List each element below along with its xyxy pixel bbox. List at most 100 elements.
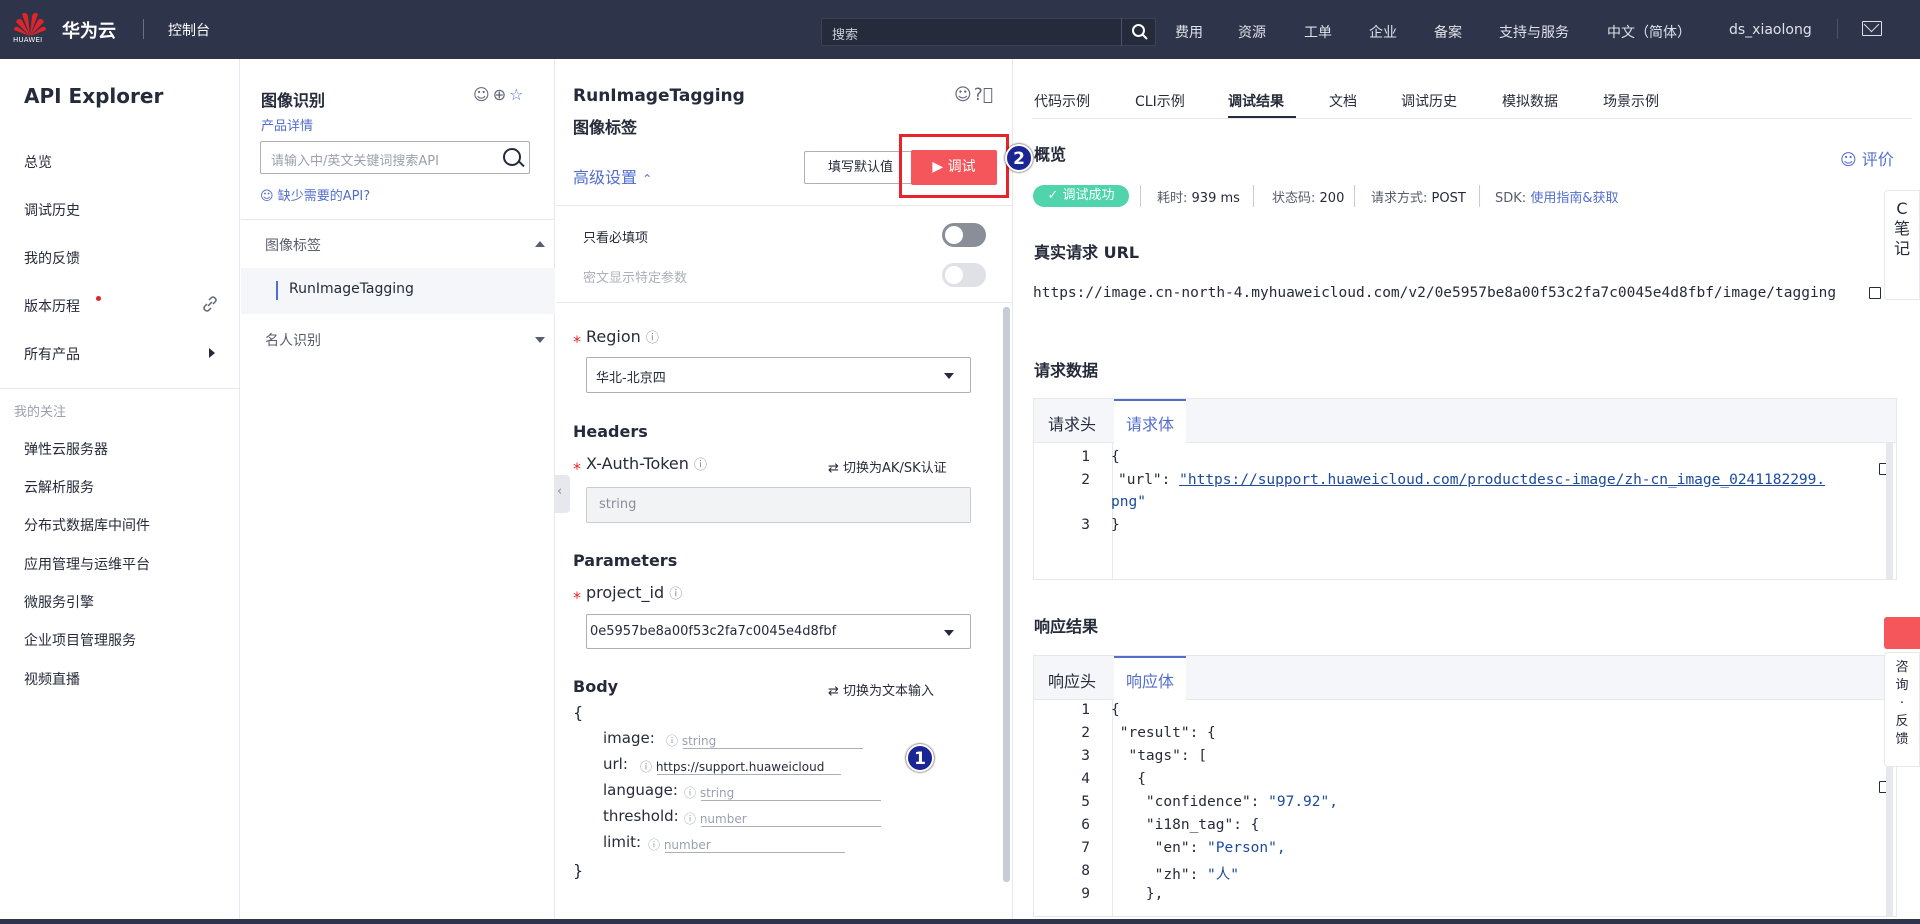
panel-scrollbar[interactable] [1003,307,1010,882]
json-url-value[interactable]: "https://support.huaweicloud.com/product… [1179,472,1825,488]
field-limit-input[interactable]: ⓘ number [648,836,711,853]
tab-history[interactable]: 调试历史 [1401,91,1457,111]
sidebar-item-feedback[interactable]: 我的反馈 [24,248,80,268]
note-widget[interactable]: C 笔 记 [1884,190,1920,300]
help-icon: ⓘ [684,786,700,800]
tab-response-body[interactable]: 响应体 [1114,656,1187,700]
chevron-right-icon[interactable] [209,348,215,358]
tab-docs[interactable]: 文档 [1329,91,1357,111]
request-data-title: 请求数据 [1034,361,1099,380]
global-search-input[interactable]: 搜索 [821,18,1156,46]
api-search-input[interactable]: 请输入中/英文关键词搜索API [260,141,530,174]
nav-username[interactable]: ds_xiaolong [1729,22,1812,38]
follow-item[interactable]: 弹性云服务器 [24,439,108,459]
help-icon[interactable]: ?⃝ [974,85,995,105]
product-detail-link[interactable]: 产品详情 [261,115,313,134]
sidebar-item-overview[interactable]: 总览 [24,152,52,172]
token-input[interactable]: string [586,487,971,523]
region-select[interactable]: 华北-北京四 [586,357,971,393]
tab-response-headers[interactable]: 响应头 [1048,668,1096,692]
console-link[interactable]: 控制台 [168,20,210,40]
field-language-value: string [699,786,735,800]
logo-text: HUAWEI [13,36,43,44]
caret-up-icon[interactable] [535,241,545,247]
follow-item[interactable]: 企业项目管理服务 [24,630,136,650]
help-icon[interactable]: ⓘ [669,587,682,602]
tab-mock-data[interactable]: 模拟数据 [1502,91,1558,111]
mail-icon[interactable] [1862,21,1882,36]
follow-item[interactable]: 云解析服务 [24,477,94,497]
tab-debug-result[interactable]: 调试结果 [1228,91,1284,111]
link-icon[interactable] [202,296,218,312]
sidebar-item-versions[interactable]: 版本历程 [24,296,80,316]
method-value: POST [1431,191,1466,206]
nav-filing[interactable]: 备案 [1434,22,1462,42]
bottom-bar [0,919,1920,924]
token-label: X-Auth-Token ⓘ [586,454,707,473]
field-language-input[interactable]: ⓘ string [684,784,734,801]
project-select[interactable]: 0e5957be8a00f53c2fa7c0045e4d8fbf [586,614,971,649]
switch-aksk-label: 切换为AK/SK认证 [843,461,947,476]
help-icon[interactable]: ⓘ [694,458,707,473]
follow-item[interactable]: 应用管理与运维平台 [24,554,150,574]
field-url-input[interactable]: ⓘ https://support.huaweicloud [640,758,824,775]
copy-icon[interactable] [1869,287,1881,299]
time-label: 耗时: [1157,191,1188,206]
star-icon[interactable]: ☆ [509,85,526,104]
missing-api-link[interactable]: ☺ 缺少需要的API? [260,185,370,204]
smile-icon: ☺ [1840,150,1862,169]
required-mark: * [573,459,581,478]
search-button[interactable] [1121,18,1156,46]
group-celebrity[interactable]: 名人识别 [265,330,321,350]
sdk-link[interactable]: 使用指南&获取 [1530,191,1618,206]
caret-down-icon [944,630,954,636]
help-icon[interactable]: ⓘ [646,331,659,346]
field-underline [701,826,881,827]
tab-request-headers[interactable]: 请求头 [1048,411,1096,435]
switch-text-link[interactable]: ⇄ 切换为文本输入 [828,680,934,699]
tab-scenario[interactable]: 场景示例 [1603,91,1659,111]
json-key: "url" [1118,472,1162,488]
follow-item[interactable]: 视频直播 [24,669,80,689]
follow-item[interactable]: 微服务引擎 [24,592,94,612]
chat-icon[interactable] [1884,617,1920,649]
line-number: 3 [1081,517,1090,533]
tab-cli-example[interactable]: CLI示例 [1135,91,1185,111]
rate-link[interactable]: ☺ 评价 [1840,146,1894,170]
smile-icon[interactable]: ☺ [473,85,493,104]
field-threshold-input[interactable]: ⓘ number [684,810,747,827]
sidebar-item-all-products[interactable]: 所有产品 [24,344,80,364]
nav-cost[interactable]: 费用 [1175,22,1203,42]
code-scrollbar[interactable] [1886,443,1893,580]
json-value: "97.92", [1268,794,1338,810]
group-image-tag[interactable]: 图像标签 [265,235,321,255]
sidebar-item-history[interactable]: 调试历史 [24,200,80,220]
only-required-toggle[interactable] [942,223,986,247]
help-icon: ⓘ [684,812,700,826]
brand-name[interactable]: 华为云 [62,17,116,43]
tab-code-example[interactable]: 代码示例 [1034,91,1090,111]
overview-title: 概览 [1034,145,1067,164]
line-number: 9 [1081,886,1090,902]
nav-enterprise[interactable]: 企业 [1369,22,1397,42]
caret-down-icon[interactable] [535,337,545,343]
globe-icon[interactable]: ⊕ [493,85,509,104]
advanced-label: 高级设置 [573,168,638,187]
nav-language[interactable]: 中文（简体） [1607,22,1691,42]
advanced-settings-toggle[interactable]: 高级设置 ⌃ [573,164,652,188]
feedback-widget[interactable]: 咨 询 · 反 馈 [1884,652,1920,767]
search-icon[interactable] [503,148,521,166]
smile-icon[interactable]: ☺ [954,85,974,105]
cipher-toggle[interactable] [942,263,986,287]
nav-resources[interactable]: 资源 [1238,22,1266,42]
follow-item[interactable]: 分布式数据库中间件 [24,515,150,535]
nav-support[interactable]: 支持与服务 [1499,22,1569,42]
field-image-placeholder[interactable]: ⓘ string [666,732,716,749]
line-number: 8 [1081,863,1090,879]
switch-aksk-link[interactable]: ⇄ 切换为AK/SK认证 [828,457,947,476]
body-title: Body [573,677,619,696]
field-underline [701,800,881,801]
nav-ticket[interactable]: 工单 [1304,22,1332,42]
tab-request-body[interactable]: 请求体 [1114,399,1187,443]
api-item-label[interactable]: RunImageTagging [289,281,414,297]
